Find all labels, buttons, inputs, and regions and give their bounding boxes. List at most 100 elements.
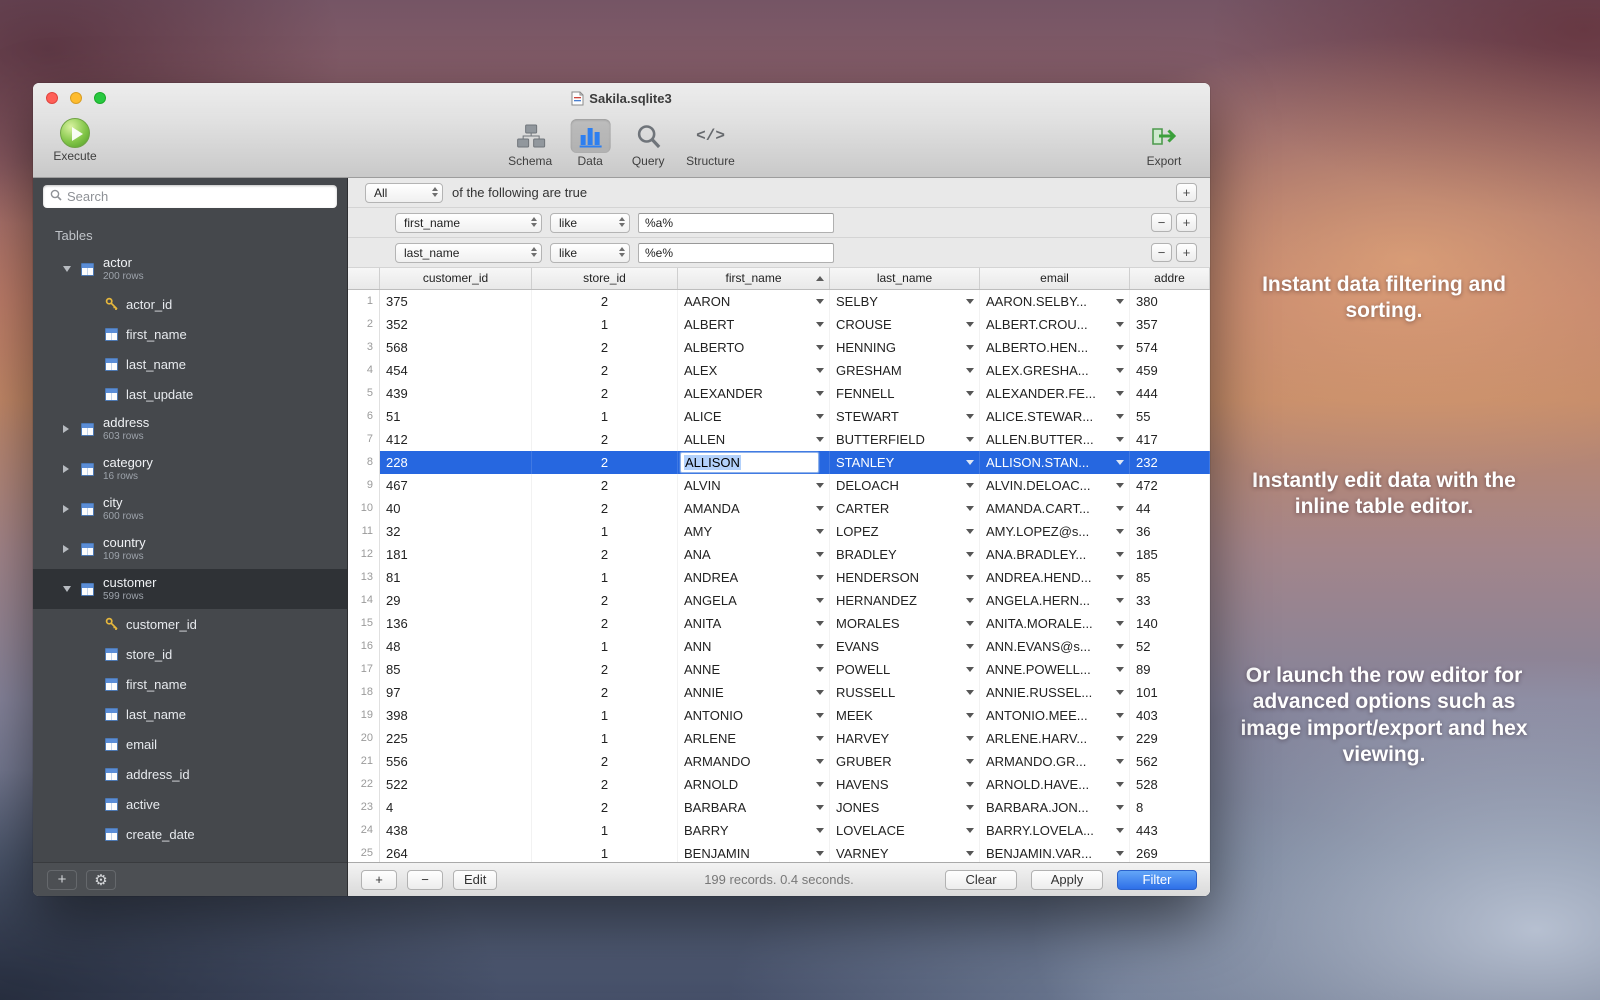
- cell-last-name[interactable]: LOPEZ: [830, 520, 980, 543]
- cell-store-id[interactable]: 2: [532, 589, 678, 612]
- clear-button[interactable]: Clear: [945, 870, 1017, 890]
- export-button[interactable]: Export: [1138, 119, 1190, 168]
- cell-last-name[interactable]: BRADLEY: [830, 543, 980, 566]
- header-address-id[interactable]: addre: [1130, 268, 1210, 289]
- cell-dropdown-icon[interactable]: [816, 529, 824, 534]
- cell-last-name[interactable]: SELBY: [830, 290, 980, 313]
- cell-address-id[interactable]: 36: [1130, 520, 1210, 543]
- cell-dropdown-icon[interactable]: [816, 782, 824, 787]
- cell-address-id[interactable]: 140: [1130, 612, 1210, 635]
- table-row[interactable]: 94672ALVINDELOACHALVIN.DELOAC...472: [348, 474, 1210, 497]
- cell-dropdown-icon[interactable]: [1116, 736, 1124, 741]
- cell-last-name[interactable]: DELOACH: [830, 474, 980, 497]
- cell-first-name[interactable]: ALEXANDER: [678, 382, 830, 405]
- cell-dropdown-icon[interactable]: [1116, 437, 1124, 442]
- cell-dropdown-icon[interactable]: [1116, 782, 1124, 787]
- cell-email[interactable]: ALVIN.DELOAC...: [980, 474, 1130, 497]
- disclosure-triangle-icon[interactable]: [63, 545, 73, 553]
- cell-email[interactable]: ANTONIO.MEE...: [980, 704, 1130, 727]
- sidebar-column-last_name[interactable]: last_name: [33, 349, 347, 379]
- cell-address-id[interactable]: 269: [1130, 842, 1210, 862]
- cell-dropdown-icon[interactable]: [816, 828, 824, 833]
- cell-customer-id[interactable]: 228: [380, 451, 532, 474]
- cell-first-name[interactable]: ALLEN: [678, 428, 830, 451]
- edit-row-button[interactable]: Edit: [453, 870, 497, 890]
- cell-dropdown-icon[interactable]: [1116, 391, 1124, 396]
- sidebar-column-email[interactable]: email: [33, 729, 347, 759]
- cell-customer-id[interactable]: 97: [380, 681, 532, 704]
- table-row[interactable]: 10402AMANDACARTERAMANDA.CART...44: [348, 497, 1210, 520]
- cell-dropdown-icon[interactable]: [816, 345, 824, 350]
- cell-last-name[interactable]: RUSSELL: [830, 681, 980, 704]
- cell-dropdown-icon[interactable]: [966, 437, 974, 442]
- sidebar-column-actor_id[interactable]: actor_id: [33, 289, 347, 319]
- table-row[interactable]: 23521ALBERTCROUSEALBERT.CROU...357: [348, 313, 1210, 336]
- cell-first-name[interactable]: ANNE: [678, 658, 830, 681]
- cell-dropdown-icon[interactable]: [816, 851, 824, 856]
- cell-dropdown-icon[interactable]: [1116, 713, 1124, 718]
- cell-store-id[interactable]: 2: [532, 336, 678, 359]
- cell-first-name[interactable]: ALLISON: [678, 451, 830, 474]
- header-first-name[interactable]: first_name: [678, 268, 830, 289]
- cell-dropdown-icon[interactable]: [966, 759, 974, 764]
- cell-dropdown-icon[interactable]: [816, 598, 824, 603]
- cell-dropdown-icon[interactable]: [1116, 529, 1124, 534]
- sidebar-column-store_id[interactable]: store_id: [33, 639, 347, 669]
- cell-dropdown-icon[interactable]: [816, 322, 824, 327]
- cell-dropdown-icon[interactable]: [816, 759, 824, 764]
- execute-button[interactable]: Execute: [49, 118, 101, 163]
- cell-customer-id[interactable]: 85: [380, 658, 532, 681]
- cell-address-id[interactable]: 232: [1130, 451, 1210, 474]
- cell-last-name[interactable]: CARTER: [830, 497, 980, 520]
- cell-dropdown-icon[interactable]: [966, 805, 974, 810]
- sidebar-column-create_date[interactable]: create_date: [33, 819, 347, 849]
- add-row-button[interactable]: +: [361, 870, 397, 890]
- cell-dropdown-icon[interactable]: [816, 575, 824, 580]
- apply-button[interactable]: Apply: [1031, 870, 1103, 890]
- cell-dropdown-icon[interactable]: [966, 736, 974, 741]
- cell-dropdown-icon[interactable]: [1116, 667, 1124, 672]
- filter-column-select[interactable]: first_name: [395, 213, 542, 233]
- cell-address-id[interactable]: 33: [1130, 589, 1210, 612]
- cell-first-name[interactable]: ANN: [678, 635, 830, 658]
- close-button[interactable]: [46, 92, 58, 104]
- cell-dropdown-icon[interactable]: [966, 575, 974, 580]
- cell-last-name[interactable]: EVANS: [830, 635, 980, 658]
- cell-email[interactable]: BARBARA.JON...: [980, 796, 1130, 819]
- cell-dropdown-icon[interactable]: [966, 460, 974, 465]
- remove-filter-button[interactable]: −: [1151, 243, 1172, 262]
- cell-email[interactable]: ANA.BRADLEY...: [980, 543, 1130, 566]
- cell-address-id[interactable]: 44: [1130, 497, 1210, 520]
- sidebar-column-active[interactable]: active: [33, 789, 347, 819]
- table-actions-gear-button[interactable]: ⚙: [86, 870, 116, 890]
- cell-address-id[interactable]: 101: [1130, 681, 1210, 704]
- cell-dropdown-icon[interactable]: [966, 782, 974, 787]
- cell-store-id[interactable]: 1: [532, 727, 678, 750]
- cell-email[interactable]: AMY.LOPEZ@s...: [980, 520, 1130, 543]
- cell-dropdown-icon[interactable]: [816, 391, 824, 396]
- cell-store-id[interactable]: 2: [532, 658, 678, 681]
- cell-dropdown-icon[interactable]: [816, 552, 824, 557]
- disclosure-triangle-icon[interactable]: [63, 266, 73, 272]
- cell-dropdown-icon[interactable]: [1116, 506, 1124, 511]
- sidebar-column-first_name[interactable]: first_name: [33, 669, 347, 699]
- cell-customer-id[interactable]: 352: [380, 313, 532, 336]
- add-filter-button[interactable]: +: [1176, 243, 1197, 262]
- cell-store-id[interactable]: 1: [532, 566, 678, 589]
- tab-query[interactable]: Query: [628, 119, 668, 168]
- cell-dropdown-icon[interactable]: [966, 621, 974, 626]
- cell-first-name[interactable]: ALEX: [678, 359, 830, 382]
- cell-last-name[interactable]: HARVEY: [830, 727, 980, 750]
- cell-first-name[interactable]: ALICE: [678, 405, 830, 428]
- cell-last-name[interactable]: FENNELL: [830, 382, 980, 405]
- cell-first-name[interactable]: ARLENE: [678, 727, 830, 750]
- cell-store-id[interactable]: 1: [532, 635, 678, 658]
- cell-store-id[interactable]: 2: [532, 428, 678, 451]
- cell-dropdown-icon[interactable]: [966, 529, 974, 534]
- sidebar-item-actor[interactable]: actor200 rows: [33, 249, 347, 289]
- cell-address-id[interactable]: 357: [1130, 313, 1210, 336]
- cell-dropdown-icon[interactable]: [966, 299, 974, 304]
- cell-customer-id[interactable]: 438: [380, 819, 532, 842]
- table-row[interactable]: 151362ANITAMORALESANITA.MORALE...140: [348, 612, 1210, 635]
- table-row[interactable]: 18972ANNIERUSSELLANNIE.RUSSEL...101: [348, 681, 1210, 704]
